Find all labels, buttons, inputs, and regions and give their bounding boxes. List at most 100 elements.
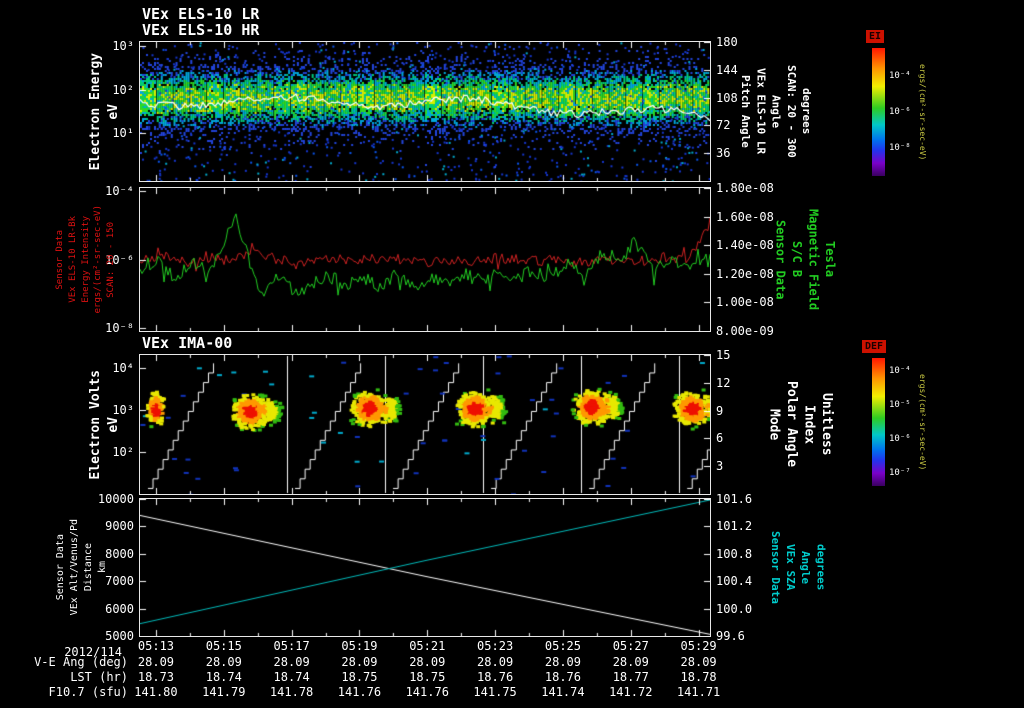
colorbar-tick-label: 10⁻⁶ xyxy=(889,107,911,117)
time-tick-label: 05:29 xyxy=(680,639,717,653)
footer-row-value: 141.74 xyxy=(541,685,585,699)
y2-axis-label-line: Mode xyxy=(766,408,782,441)
footer-row-value: 141.78 xyxy=(269,685,314,699)
y2-axis-label-line: Unitless xyxy=(819,393,835,456)
time-tick-label: 05:25 xyxy=(544,639,581,653)
y-axis-label-line: eV xyxy=(106,416,121,433)
colorbar-tick-label: 10⁻⁸ xyxy=(889,142,911,153)
y2-axis-label-line: Angle xyxy=(769,94,783,129)
footer-row-value: 28.09 xyxy=(477,655,514,669)
panel-magnetic-field xyxy=(139,187,711,332)
y-axis-label-line: ergs/(cm²-sr-sec-eV) xyxy=(93,205,104,314)
y2-axis-label-line: degrees xyxy=(814,544,828,591)
colorbar1-title: EI xyxy=(866,30,885,43)
y2-tick-label: 99.6 xyxy=(716,629,745,643)
footer-row-value: 28.09 xyxy=(612,655,649,669)
footer-row-value: 18.78 xyxy=(680,670,717,684)
y2-axis-label-line: Sensor Data xyxy=(768,531,782,604)
colorbar-tick-label: 10⁻⁶ xyxy=(889,433,911,444)
y2-axis-label-line: Pitch Angle xyxy=(739,75,753,148)
colorbar-tick-label: 10⁻⁴ xyxy=(889,71,911,82)
els-spectrogram-canvas xyxy=(140,42,710,181)
y2-axis-label-line: VEx SZA xyxy=(784,544,797,591)
y2-tick-label: 9 xyxy=(716,403,724,418)
colorbar2 xyxy=(872,358,885,486)
y2-axis-label-line: S/C B xyxy=(790,241,804,278)
y-axis-label-line: Electron Energy xyxy=(88,52,104,171)
footer-row-label: LST (hr) xyxy=(70,670,128,684)
y2-tick-label: 101.6 xyxy=(716,492,753,506)
colorbar-units-label: ergs/(cm²-sr-sec-eV) xyxy=(918,358,927,486)
y2-axis-label: Pitch Angle VEx ELS-10 LR Angle SCAN: 20 - … xyxy=(739,42,813,181)
footer-row-value: 18.73 xyxy=(137,670,175,684)
y2-axis-label-line: degrees xyxy=(799,88,813,135)
y2-tick-label: 6 xyxy=(716,431,724,446)
y-axis-label: Sensor Data VEx Alt/Venus/Pd Distance km xyxy=(55,499,108,636)
colorbar-tick-label: 10⁻⁴ xyxy=(889,365,911,376)
y2-tick-label: 100.0 xyxy=(716,601,753,616)
y-axis-label-line: VEx ELS-10 LR-Bk xyxy=(67,216,78,303)
footer-row-value: 141.80 xyxy=(134,685,178,699)
panel-ima-spectrogram xyxy=(139,354,711,495)
time-tick-label: 05:27 xyxy=(612,639,649,653)
time-tick-label: 05:17 xyxy=(273,639,310,653)
footer-row-label: V-E Ang (deg) xyxy=(34,655,128,669)
panel1-title-line2: VEx ELS-10 HR xyxy=(142,21,260,39)
footer-row-value: 141.71 xyxy=(676,685,721,699)
panel-altitude-sza xyxy=(139,498,711,637)
y2-axis-label: Sensor Data S/C B Magnetic Field Tesla xyxy=(773,188,837,331)
y2-tick-label: 100.8 xyxy=(716,546,753,561)
footer-row-value: 28.09 xyxy=(137,655,175,669)
time-tick-label: 05:23 xyxy=(477,639,514,653)
y2-axis-label-line: SCAN: 20 - 300 xyxy=(784,65,798,158)
footer-row-label: F10.7 (sfu) xyxy=(48,685,128,699)
colorbar-tick-label: 10⁻⁷ xyxy=(889,468,911,479)
y2-axis-label-line: Angle xyxy=(799,550,813,585)
footer-row-value: 141.75 xyxy=(473,685,517,699)
y2-axis-label: Mode Polar Angle Index Unitless xyxy=(766,355,835,494)
y-axis-label: Electron Energy eV xyxy=(88,42,122,181)
magnetic-field-plot-canvas xyxy=(140,188,710,331)
y2-tick-label: 1.60e-08 xyxy=(716,209,774,224)
y-axis-label-line: Distance xyxy=(83,543,94,592)
y2-axis-label-line: Sensor Data xyxy=(773,219,788,300)
footer-row-value: 141.72 xyxy=(609,685,653,699)
colorbar-units-text: ergs/(cm²-sr-sec-eV) xyxy=(918,373,927,471)
y2-tick-label: 12 xyxy=(716,375,731,390)
y2-tick-label: 1.80e-08 xyxy=(716,181,774,195)
y-axis-label-line: Sensor Data xyxy=(55,534,66,601)
y2-tick-label: 15 xyxy=(716,348,731,362)
y2-axis-label-line: Magnetic Field xyxy=(806,208,821,311)
footer-row-value: 18.77 xyxy=(612,670,649,684)
y-axis-label-line: Electron Volts xyxy=(88,369,104,480)
y2-axis-label-line: VEx ELS-10 LR xyxy=(754,68,768,155)
colorbar-units-text: ergs/(cm²-sr-sec-eV) xyxy=(918,63,927,161)
y2-tick-label: 100.4 xyxy=(716,574,753,589)
colorbar2-title: DEF xyxy=(862,340,887,353)
footer-row-value: 28.09 xyxy=(680,655,717,669)
y2-tick-label: 8.00e-09 xyxy=(716,324,774,338)
panel3-title: VEx IMA-00 xyxy=(142,334,233,352)
y2-tick-label: 108 xyxy=(716,90,738,105)
footer-row-value: 28.09 xyxy=(544,655,581,669)
y-axis-label-line: Energy Intensity xyxy=(80,216,91,303)
y2-axis-label-line: Tesla xyxy=(822,241,837,278)
y-axis-label-line: Sensor Data xyxy=(55,229,66,290)
y2-tick-label: 1.20e-08 xyxy=(716,266,774,281)
y2-axis-label-line: Index xyxy=(801,404,817,445)
y2-tick-label: 180 xyxy=(716,35,738,49)
footer-row-value: 141.76 xyxy=(405,685,449,699)
time-tick-label: 05:15 xyxy=(205,639,242,653)
y2-tick-label: 36 xyxy=(716,146,731,161)
y-axis-label-line: km xyxy=(97,561,108,574)
colorbar-units-label: ergs/(cm²-sr-sec-eV) xyxy=(918,48,927,176)
y2-tick-label: 144 xyxy=(716,62,738,77)
colorbar-tick-label: 10⁻⁵ xyxy=(889,400,911,411)
footer-row-value: 18.74 xyxy=(205,670,242,684)
plot-page: VEx ELS-10 LR VEx ELS-10 HR VEx IMA-00 E… xyxy=(0,0,1024,708)
y2-axis-label: Sensor Data VEx SZA Angle degrees xyxy=(768,499,828,636)
y2-tick-label: 1.00e-08 xyxy=(716,295,774,310)
ima-spectrogram-canvas xyxy=(140,355,710,494)
time-tick-label: 05:21 xyxy=(409,639,446,653)
footer-row-value: 28.09 xyxy=(205,655,242,669)
